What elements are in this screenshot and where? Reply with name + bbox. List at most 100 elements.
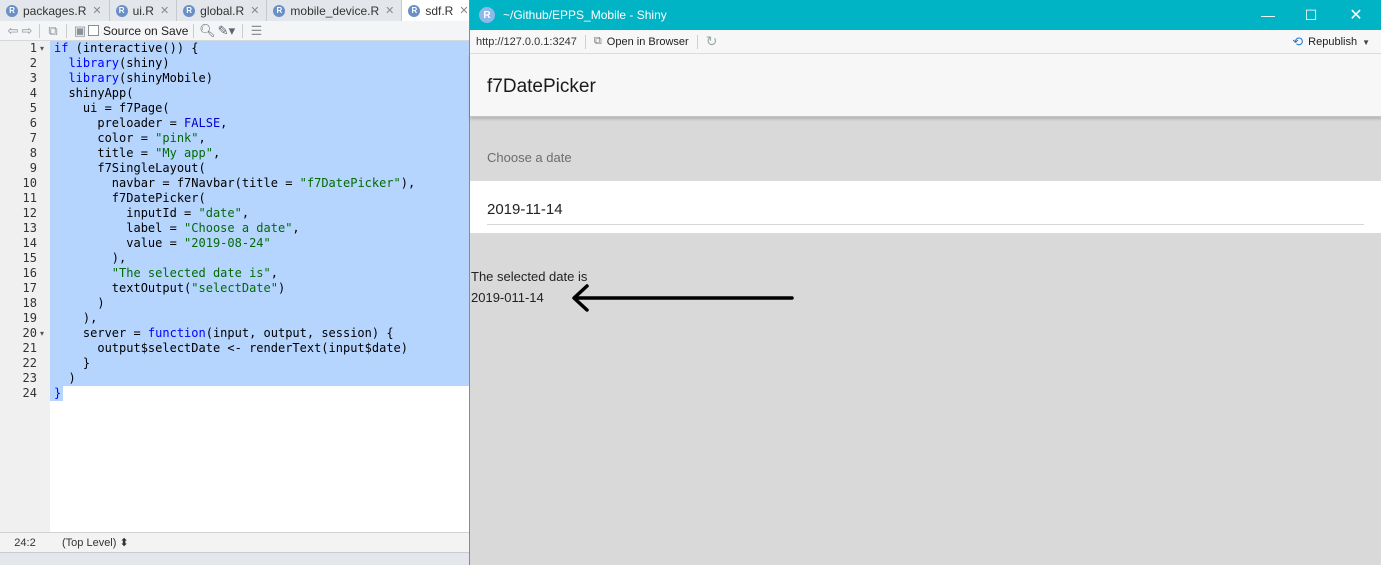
close-icon[interactable]: ✕	[92, 4, 101, 17]
republish-label: Republish	[1308, 36, 1358, 48]
line-number: 9	[29, 161, 37, 175]
tab-label: packages.R	[23, 3, 87, 18]
code-token: f7DatePicker(	[54, 191, 206, 205]
fold-toggle-icon[interactable]: ▾	[40, 41, 44, 56]
close-icon[interactable]: ✕	[250, 4, 259, 17]
code-line: inputId = "date",	[54, 206, 249, 221]
tab-mobile-device-r[interactable]: R mobile_device.R ✕	[267, 0, 403, 21]
line-number: 6	[29, 116, 37, 130]
show-in-window-icon[interactable]: ⧉	[45, 22, 61, 40]
editor-toolbar: ⇦ ⇨ ⧉ ▣ Source on Save 🔍︎ ✎▾ ☰	[0, 21, 470, 41]
document-outline-icon[interactable]: ☰	[248, 22, 264, 40]
code-token: (shiny)	[119, 56, 170, 70]
line-number: 24	[22, 386, 37, 400]
tab-label: ui.R	[132, 3, 154, 18]
publish-icon: ⟲	[1292, 34, 1304, 49]
code-line: shinyApp(	[54, 86, 133, 101]
code-token: "2019-08-24"	[184, 236, 271, 250]
code-line: }	[54, 386, 61, 401]
selected-date-caption: The selected date is	[471, 269, 588, 284]
cursor-position: 24:2	[14, 536, 36, 549]
date-picker-row[interactable]: 2019-11-14	[470, 181, 1381, 233]
code-token: (interactive()) {	[68, 41, 199, 55]
save-icon[interactable]: ▣	[72, 22, 88, 40]
close-window-icon[interactable]: ✕	[1333, 0, 1379, 30]
line-number: 19	[22, 311, 37, 325]
forward-arrow-icon[interactable]: ⇨	[20, 22, 34, 40]
annotation-arrow-icon	[572, 284, 794, 312]
chevron-down-icon[interactable]: ▼	[1362, 38, 1370, 47]
code-line: textOutput("selectDate")	[54, 281, 285, 296]
code-area[interactable]: if (interactive()) { library(shiny) libr…	[50, 41, 469, 532]
line-number: 11	[22, 191, 37, 205]
refresh-icon[interactable]: ↻	[706, 33, 718, 50]
code-line: value = "2019-08-24"	[54, 236, 271, 251]
window-title-bar[interactable]: R ~/Github/EPPS_Mobile - Shiny — ☐ ✕	[470, 0, 1381, 30]
tab-packages-r[interactable]: R packages.R ✕	[0, 0, 110, 21]
tab-ui-r[interactable]: R ui.R ✕	[109, 0, 178, 21]
source-editor-pane: R packages.R ✕ R ui.R ✕ R global.R ✕ R m…	[0, 0, 477, 565]
code-token: preloader =	[54, 116, 185, 130]
back-arrow-icon[interactable]: ⇦	[6, 22, 20, 40]
addr-divider	[584, 34, 586, 49]
code-token: library	[68, 71, 120, 85]
line-number: 17	[22, 281, 37, 295]
line-number: 8	[29, 146, 37, 160]
window-title: ~/Github/EPPS_Mobile - Shiny	[503, 8, 667, 22]
line-number: 13	[22, 221, 37, 235]
code-token: ),	[400, 176, 416, 190]
open-in-browser-label: Open in Browser	[606, 35, 689, 48]
code-token: ,	[270, 266, 278, 280]
code-line: navbar = f7Navbar(title = "f7DatePicker"…	[54, 176, 415, 191]
close-icon[interactable]: ✕	[160, 4, 169, 17]
date-picker-input[interactable]: 2019-11-14	[487, 201, 563, 218]
code-token: }	[54, 386, 62, 400]
code-token: color =	[54, 131, 156, 145]
code-token: (shinyMobile)	[119, 71, 213, 85]
republish-button[interactable]: ⟲ Republish ▼	[1292, 34, 1370, 50]
url-text: http://127.0.0.1:3247	[476, 35, 577, 48]
close-icon[interactable]: ✕	[459, 4, 468, 17]
code-token: "date"	[198, 206, 242, 220]
tab-label: global.R	[200, 3, 245, 18]
code-token: if	[54, 41, 69, 55]
tab-global-r[interactable]: R global.R ✕	[177, 0, 268, 21]
code-token: }	[54, 356, 91, 370]
magic-wand-icon[interactable]: ✎▾	[215, 22, 237, 40]
code-line: color = "pink",	[54, 131, 205, 146]
line-number: 18	[22, 296, 37, 310]
open-in-browser-button[interactable]: ⧉ Open in Browser	[594, 35, 689, 48]
code-token: "f7DatePicker"	[299, 176, 401, 190]
code-token: title =	[54, 146, 156, 160]
line-number: 21	[22, 341, 37, 355]
code-line: ui = f7Page(	[54, 101, 170, 116]
code-token: shinyApp(	[54, 86, 134, 100]
code-token: FALSE	[184, 116, 221, 130]
code-line: title = "My app",	[54, 146, 220, 161]
code-token: ui = f7Page(	[54, 101, 170, 115]
tab-sdf-r[interactable]: R sdf.R ✕	[402, 0, 477, 21]
code-token: f7SingleLayout(	[54, 161, 206, 175]
toolbar-divider	[66, 23, 67, 38]
search-icon[interactable]: 🔍︎	[199, 22, 216, 40]
line-number: 4	[29, 86, 37, 100]
r-file-icon: R	[115, 4, 128, 17]
line-number-gutter: 1 ▾ 2 3 4 5 6 7 8 9 10 11 12 13 14 15 16 17 18 19 20 ▾ 21 22 23 2…	[0, 41, 50, 532]
maximize-icon[interactable]: ☐	[1288, 0, 1334, 30]
shiny-viewer-window: R ~/Github/EPPS_Mobile - Shiny — ☐ ✕ htt…	[469, 0, 1381, 565]
code-token: ),	[54, 311, 98, 325]
scope-selector[interactable]: (Top Level) ⬍	[62, 536, 129, 549]
fold-toggle-icon[interactable]: ▾	[40, 326, 44, 341]
code-token: ,	[212, 146, 221, 160]
code-line: )	[54, 371, 75, 386]
line-number: 7	[29, 131, 37, 145]
line-number: 22	[22, 356, 37, 370]
code-token: inputId =	[54, 206, 199, 220]
minimize-icon[interactable]: —	[1245, 0, 1291, 30]
line-number: 23	[22, 371, 37, 385]
close-icon[interactable]: ✕	[385, 4, 394, 17]
code-line: library(shinyMobile)	[54, 71, 213, 86]
source-on-save-checkbox[interactable]	[88, 25, 99, 36]
navbar-title: f7DatePicker	[487, 76, 596, 97]
code-token: output$selectDate <- renderText(input$da…	[54, 341, 409, 355]
